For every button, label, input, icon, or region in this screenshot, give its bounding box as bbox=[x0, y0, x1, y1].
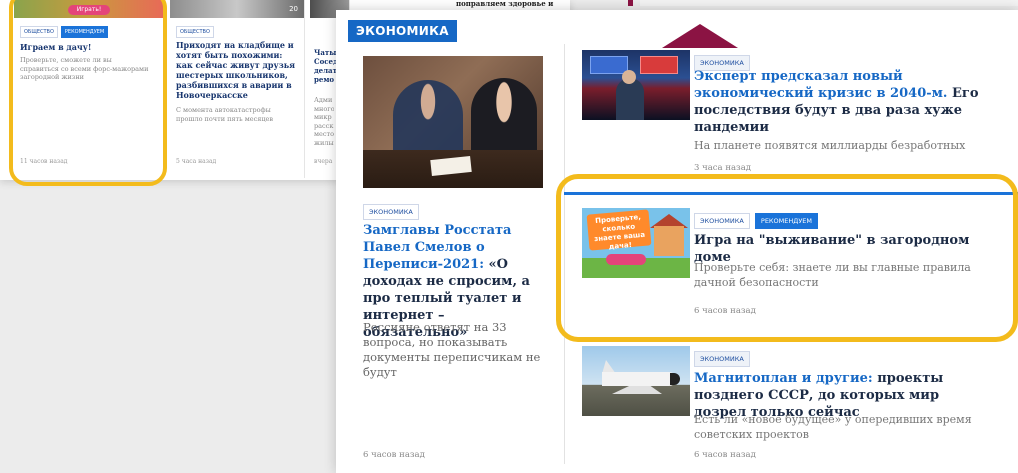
tag: общество bbox=[176, 26, 214, 38]
article-thumbnail[interactable] bbox=[582, 346, 690, 416]
section-title[interactable]: ЭКОНОМИКА bbox=[348, 20, 457, 42]
background-card-tags: общество bbox=[176, 26, 214, 38]
background-card-text: С момента автокатастрофы прошло почти пя… bbox=[176, 106, 274, 123]
background-headline-fragment: поправляем здоровье и bbox=[456, 0, 554, 8]
pointer-arrow bbox=[662, 24, 738, 48]
photo-counter: 20 bbox=[289, 5, 298, 13]
highlight-outline bbox=[9, 0, 167, 186]
highlight-outline bbox=[556, 174, 1018, 342]
background-card-text: Адми много микр расск место жилы bbox=[314, 96, 334, 147]
article-item[interactable]: экономика Эксперт предсказал новый эконо… bbox=[582, 50, 1002, 180]
background-card-time: вчера bbox=[314, 158, 333, 165]
background-card-title: Чаты Сосед делать ремо bbox=[314, 48, 336, 84]
article-title-accent[interactable]: Эксперт предсказал новый экономический к… bbox=[694, 69, 947, 101]
article-description: Есть ли «новое будущее» у опередивших вр… bbox=[694, 413, 972, 441]
tag[interactable]: экономика bbox=[694, 351, 750, 367]
article-thumbnail[interactable] bbox=[582, 50, 690, 120]
article-time: 3 часа назад bbox=[694, 163, 751, 173]
lead-article-tag[interactable]: экономика bbox=[363, 204, 419, 220]
lead-article-image[interactable] bbox=[363, 56, 543, 188]
article-item[interactable]: экономика Магнитоплан и другие: проекты … bbox=[582, 346, 1002, 466]
lead-article-description: Россияне ответят на 33 вопроса, но показ… bbox=[363, 320, 541, 379]
background-card-image: 20 bbox=[170, 0, 304, 18]
article-title-accent[interactable]: Магнитоплан и другие: bbox=[694, 371, 873, 386]
article-description: На планете появятся миллиарды безработны… bbox=[694, 139, 966, 152]
background-card-title: Приходят на кладбище и хотят быть похожи… bbox=[176, 40, 296, 100]
article-tags: экономика bbox=[694, 346, 750, 367]
lead-article-time: 6 часов назад bbox=[363, 450, 425, 460]
background-card-time: 5 часа назад bbox=[176, 158, 217, 165]
article-title[interactable]: Эксперт предсказал новый экономический к… bbox=[694, 68, 994, 136]
article-time: 6 часов назад bbox=[694, 450, 756, 460]
background-bar bbox=[620, 0, 1018, 6]
